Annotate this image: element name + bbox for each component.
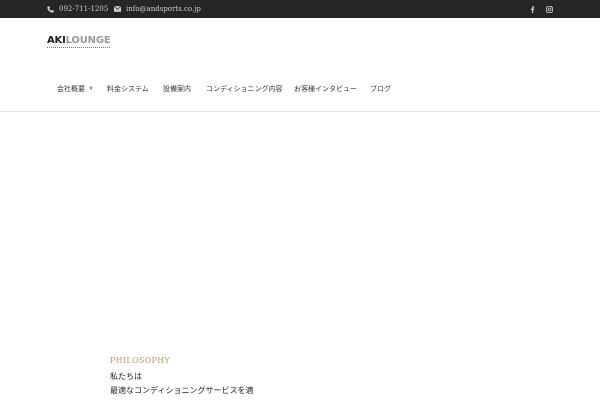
chevron-down-icon: ▼ bbox=[89, 86, 93, 92]
facebook-icon bbox=[530, 5, 535, 13]
nav-item-interviews[interactable]: お客様インタビュー bbox=[294, 84, 357, 94]
mail-icon bbox=[114, 6, 121, 12]
philosophy-label: PHILOSOPHY bbox=[110, 356, 171, 365]
nav-item-label: 会社概要 bbox=[57, 85, 85, 93]
logo-lounge: LOUNGE bbox=[65, 35, 111, 46]
facebook-link[interactable] bbox=[530, 0, 535, 18]
nav-item-label: お客様インタビュー bbox=[294, 85, 357, 93]
phone-icon bbox=[47, 5, 54, 13]
instagram-link[interactable] bbox=[546, 0, 553, 18]
top-bar: 092-711-1205 info@andsports.co.jp bbox=[0, 0, 600, 18]
instagram-icon bbox=[546, 5, 553, 13]
hero-section bbox=[0, 113, 600, 400]
nav-item-pricing[interactable]: 料金システム bbox=[107, 84, 149, 94]
logo-subtitle-mark bbox=[47, 47, 110, 49]
philosophy-heading-line2: 最適なコンディショニングサービスを適 bbox=[110, 386, 254, 395]
nav-item-blog[interactable]: ブログ bbox=[370, 84, 391, 94]
nav-item-label: ブログ bbox=[370, 85, 391, 93]
nav-item-label: 料金システム bbox=[107, 85, 149, 93]
nav-item-conditioning[interactable]: コンディショニング内容 bbox=[206, 84, 283, 94]
main-nav: 会社概要 ▼ 料金システム 設備案内 コンディショニング内容 お客様インタビュー… bbox=[0, 84, 600, 96]
phone-contact[interactable]: 092-711-1205 bbox=[47, 0, 108, 18]
nav-item-label: コンディショニング内容 bbox=[206, 85, 283, 93]
philosophy-heading-line1: 私たちは bbox=[110, 372, 142, 381]
email-contact[interactable]: info@andsports.co.jp bbox=[114, 0, 201, 18]
email-address: info@andsports.co.jp bbox=[126, 5, 201, 13]
site-logo[interactable]: AKILOUNGE bbox=[47, 36, 113, 50]
logo-wordmark: AKILOUNGE bbox=[47, 36, 113, 46]
phone-number: 092-711-1205 bbox=[59, 5, 109, 13]
logo-aki: AKI bbox=[47, 35, 66, 46]
nav-item-company[interactable]: 会社概要 ▼ bbox=[57, 84, 93, 94]
nav-item-facilities[interactable]: 設備案内 bbox=[163, 84, 191, 94]
nav-item-label: 設備案内 bbox=[163, 85, 191, 93]
site-header: AKILOUNGE 会社概要 ▼ 料金システム 設備案内 コンディショニング内容… bbox=[0, 18, 600, 112]
